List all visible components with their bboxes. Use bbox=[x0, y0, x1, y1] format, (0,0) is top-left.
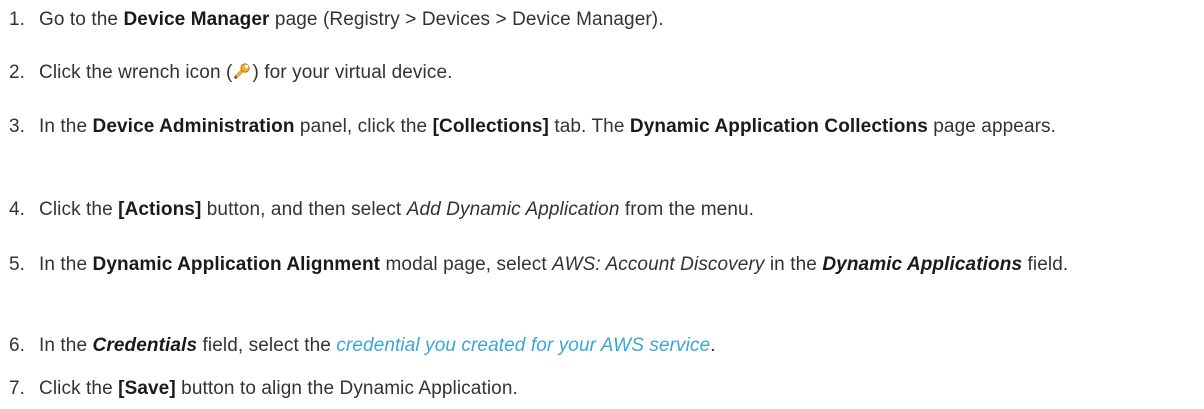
step-number: 2. bbox=[9, 62, 26, 83]
step-number: 5. bbox=[9, 254, 26, 275]
step-text: In the Dynamic Application Alignment mod… bbox=[39, 254, 1069, 275]
step-number: 7. bbox=[9, 378, 26, 399]
wrench-icon bbox=[233, 61, 251, 79]
save-button-label: [Save] bbox=[118, 378, 176, 399]
credentials-field-label: Credentials bbox=[92, 335, 198, 356]
dynamic-application-collections-label: Dynamic Application Collections bbox=[629, 116, 928, 137]
step-text: Go to the Device Manager page (Registry … bbox=[39, 9, 664, 30]
add-dynamic-application-label: Add Dynamic Application bbox=[406, 199, 620, 220]
dynamic-application-alignment-label: Dynamic Application Alignment bbox=[92, 254, 381, 275]
step-text: In the Device Administration panel, clic… bbox=[39, 116, 1057, 137]
credential-link[interactable]: credential you created for your AWS serv… bbox=[336, 335, 710, 356]
collections-tab-label: [Collections] bbox=[432, 116, 549, 137]
step-number: 4. bbox=[9, 199, 26, 220]
step-text: In the Credentials field, select the cre… bbox=[39, 335, 716, 356]
step-number: 3. bbox=[9, 116, 26, 137]
step-text: Click the [Actions] button, and then sel… bbox=[39, 199, 755, 220]
step-number: 6. bbox=[9, 335, 26, 356]
device-administration-label: Device Administration bbox=[92, 116, 295, 137]
dynamic-applications-field-label: Dynamic Applications bbox=[822, 254, 1023, 275]
step-text: Click the wrench icon () for your virtua… bbox=[39, 61, 453, 83]
actions-button-label: [Actions] bbox=[118, 199, 202, 220]
device-manager-label: Device Manager bbox=[123, 9, 270, 30]
aws-account-discovery-label: AWS: Account Discovery bbox=[552, 254, 765, 275]
step-text: Click the [Save] button to align the Dyn… bbox=[39, 378, 518, 399]
step-number: 1. bbox=[9, 9, 26, 30]
